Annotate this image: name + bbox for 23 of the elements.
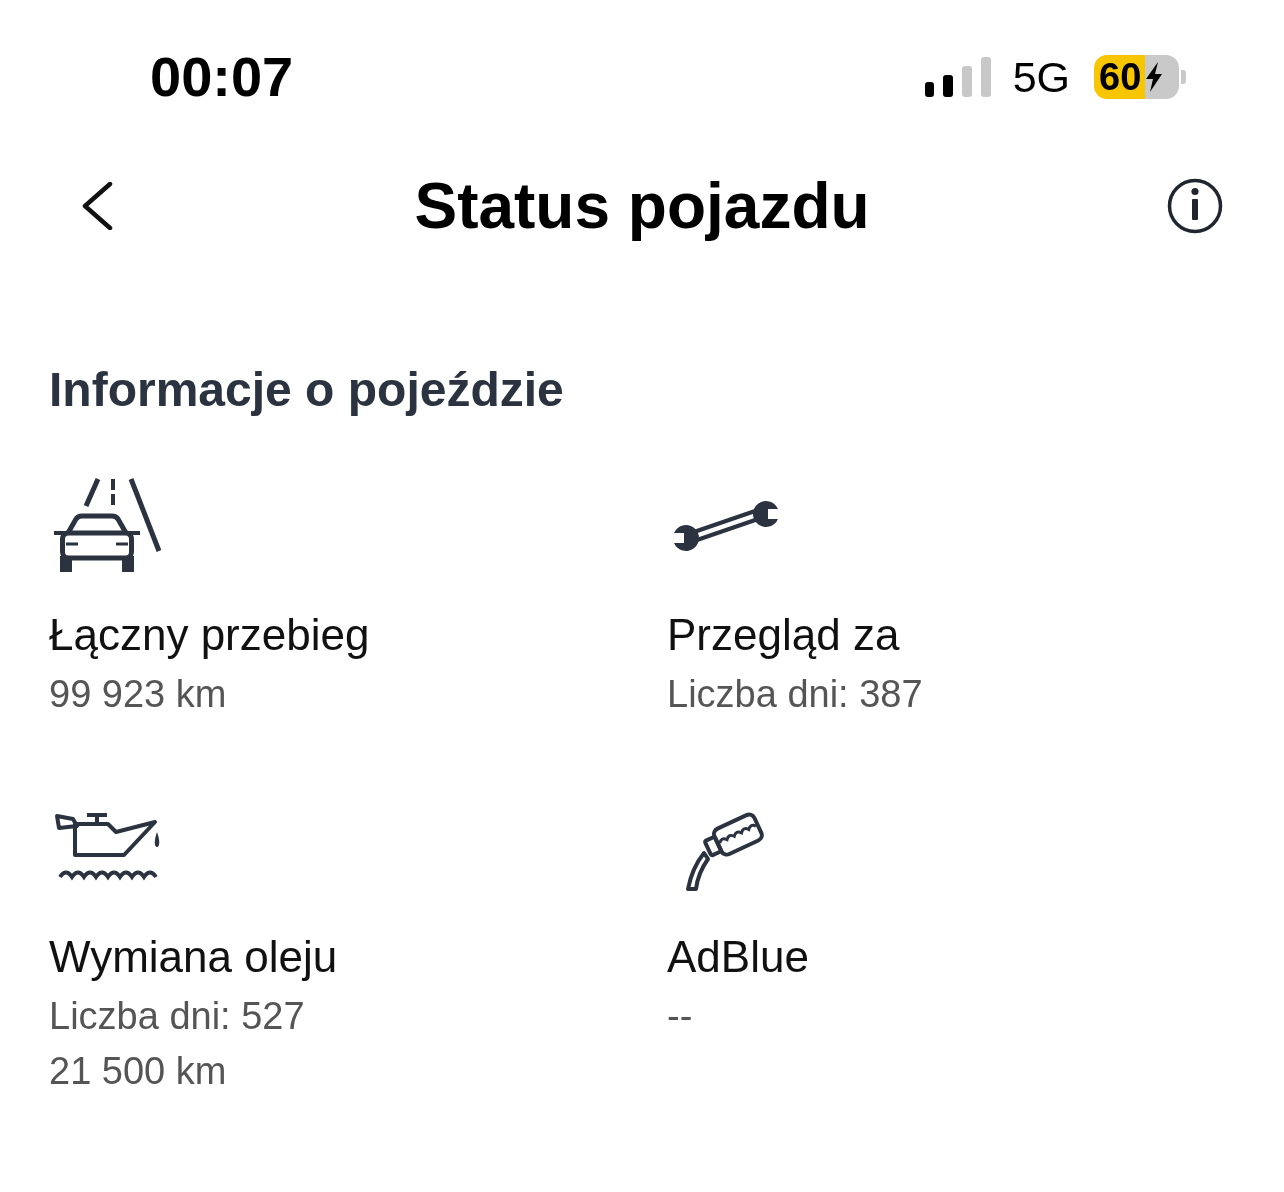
battery-terminal-icon	[1181, 70, 1186, 84]
info-label: AdBlue	[667, 931, 809, 983]
section-heading: Informacje o pojeździe	[49, 362, 564, 418]
info-label: Łączny przebieg	[49, 609, 370, 661]
back-button[interactable]	[80, 181, 114, 231]
clock-time: 00:07	[150, 49, 294, 105]
info-value: 21 500 km	[49, 1049, 227, 1094]
signal-icon	[924, 57, 991, 97]
info-value: Liczba dni: 527	[49, 994, 305, 1039]
info-value: 99 923 km	[49, 672, 227, 717]
car-on-road-icon	[54, 478, 162, 572]
info-label: Przegląd za	[667, 609, 900, 661]
info-icon	[1167, 178, 1223, 234]
battery-percentage: 60	[1099, 58, 1142, 96]
info-value: --	[667, 994, 693, 1039]
info-label: Wymiana oleju	[49, 931, 338, 983]
chevron-left-icon	[81, 182, 113, 230]
lightning-bolt-icon	[1144, 62, 1165, 92]
info-value: Liczba dni: 387	[667, 672, 923, 717]
oil-can-icon	[54, 810, 160, 882]
wrench-icon	[672, 500, 780, 552]
info-button[interactable]	[1167, 178, 1223, 234]
network-type: 5G	[1012, 55, 1070, 99]
